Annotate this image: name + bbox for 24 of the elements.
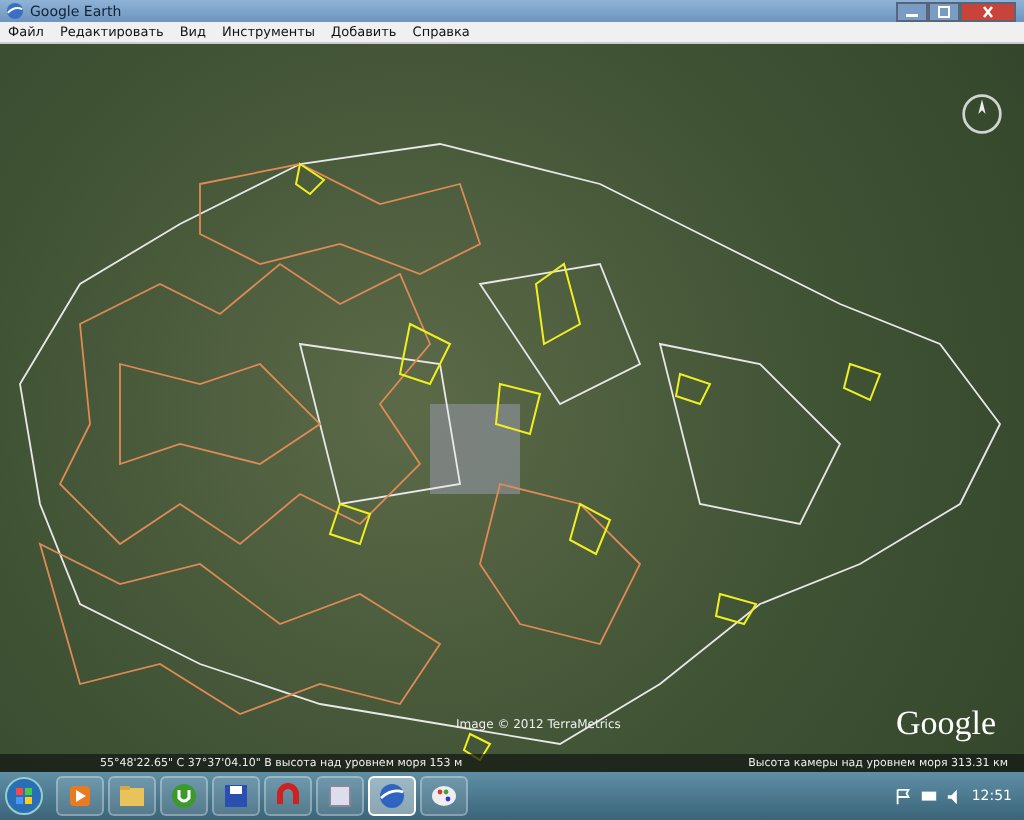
taskbar-button[interactable] [160,776,208,816]
globe-icon [378,782,406,810]
taskbar-button[interactable] [316,776,364,816]
folder-icon [118,782,146,810]
torrent-icon [170,782,198,810]
app-icon [6,2,24,20]
maximize-icon [936,5,952,17]
window-icon [326,782,354,810]
flag-icon[interactable] [893,787,912,805]
google-logo: Google [895,704,996,744]
palette-icon [430,782,458,810]
taskbar-button[interactable] [212,776,260,816]
taskbar-button[interactable] [420,776,468,816]
magnet-icon [274,782,302,810]
monitor-icon[interactable] [919,787,938,805]
start-button[interactable] [4,776,44,816]
close-button[interactable] [960,1,1016,21]
taskbar-button[interactable] [56,776,104,816]
maximize-button[interactable] [928,1,960,21]
play-icon [66,782,94,810]
compass-icon[interactable] [960,92,1004,136]
close-icon [980,5,996,17]
taskbar-button[interactable] [368,776,416,816]
minimize-button[interactable] [896,1,928,21]
